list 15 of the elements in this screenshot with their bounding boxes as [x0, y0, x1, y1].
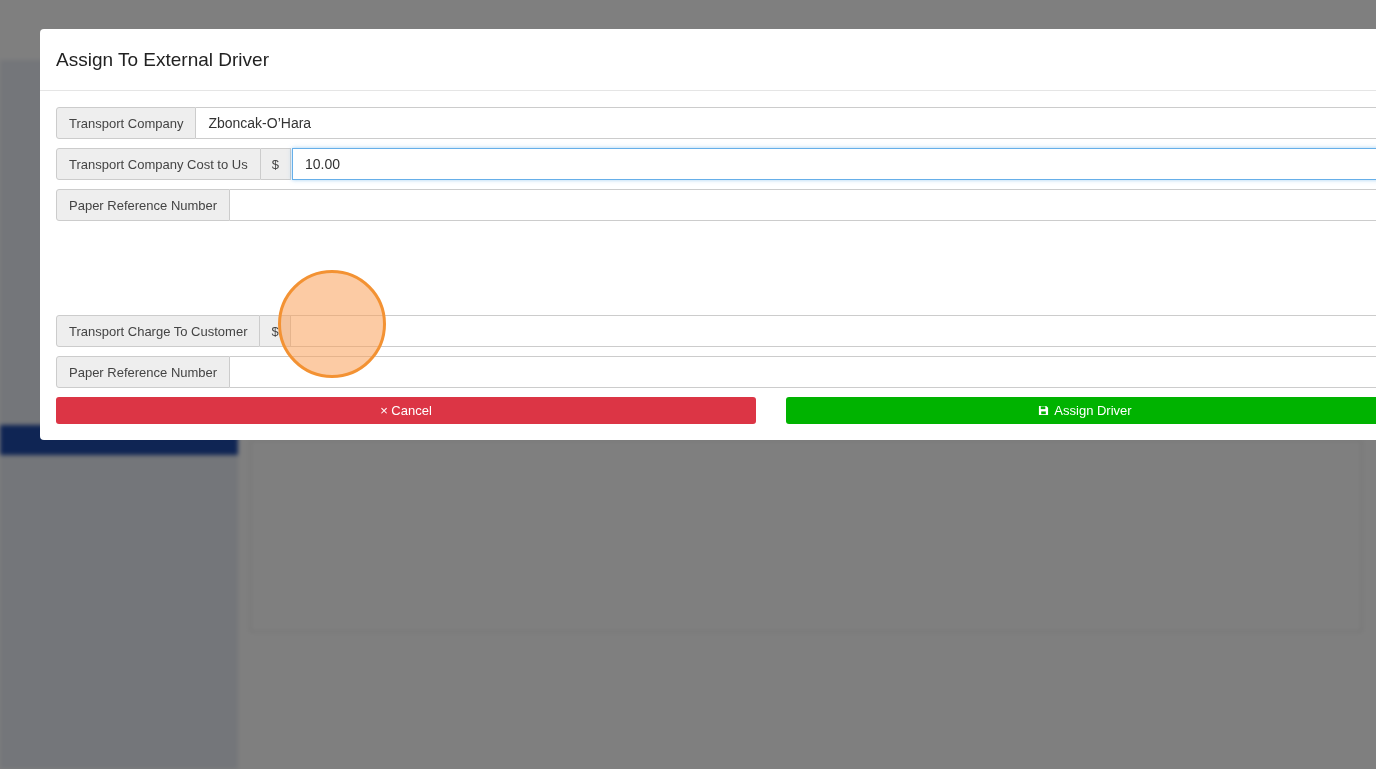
field-label: Paper Reference Number	[56, 189, 231, 221]
input-field[interactable]: 10.00	[291, 148, 1376, 180]
input-field[interactable]: Zboncak-O’Hara	[196, 107, 1376, 139]
input-field[interactable]	[230, 189, 1376, 221]
save-icon	[1038, 405, 1050, 416]
field-label: Transport Company	[56, 107, 197, 139]
field-label: Paper Reference Number	[56, 356, 231, 388]
input-field[interactable]	[290, 315, 1376, 347]
field-label: Transport Charge To Customer	[56, 315, 261, 347]
modal-title: Assign To External Driver	[56, 48, 269, 71]
input-field[interactable]	[230, 356, 1376, 388]
currency-addon: $	[260, 315, 291, 347]
currency-addon: $	[260, 148, 291, 180]
cancel-button[interactable]: × Cancel	[56, 397, 756, 424]
field-label: Transport Company Cost to Us	[56, 148, 261, 180]
